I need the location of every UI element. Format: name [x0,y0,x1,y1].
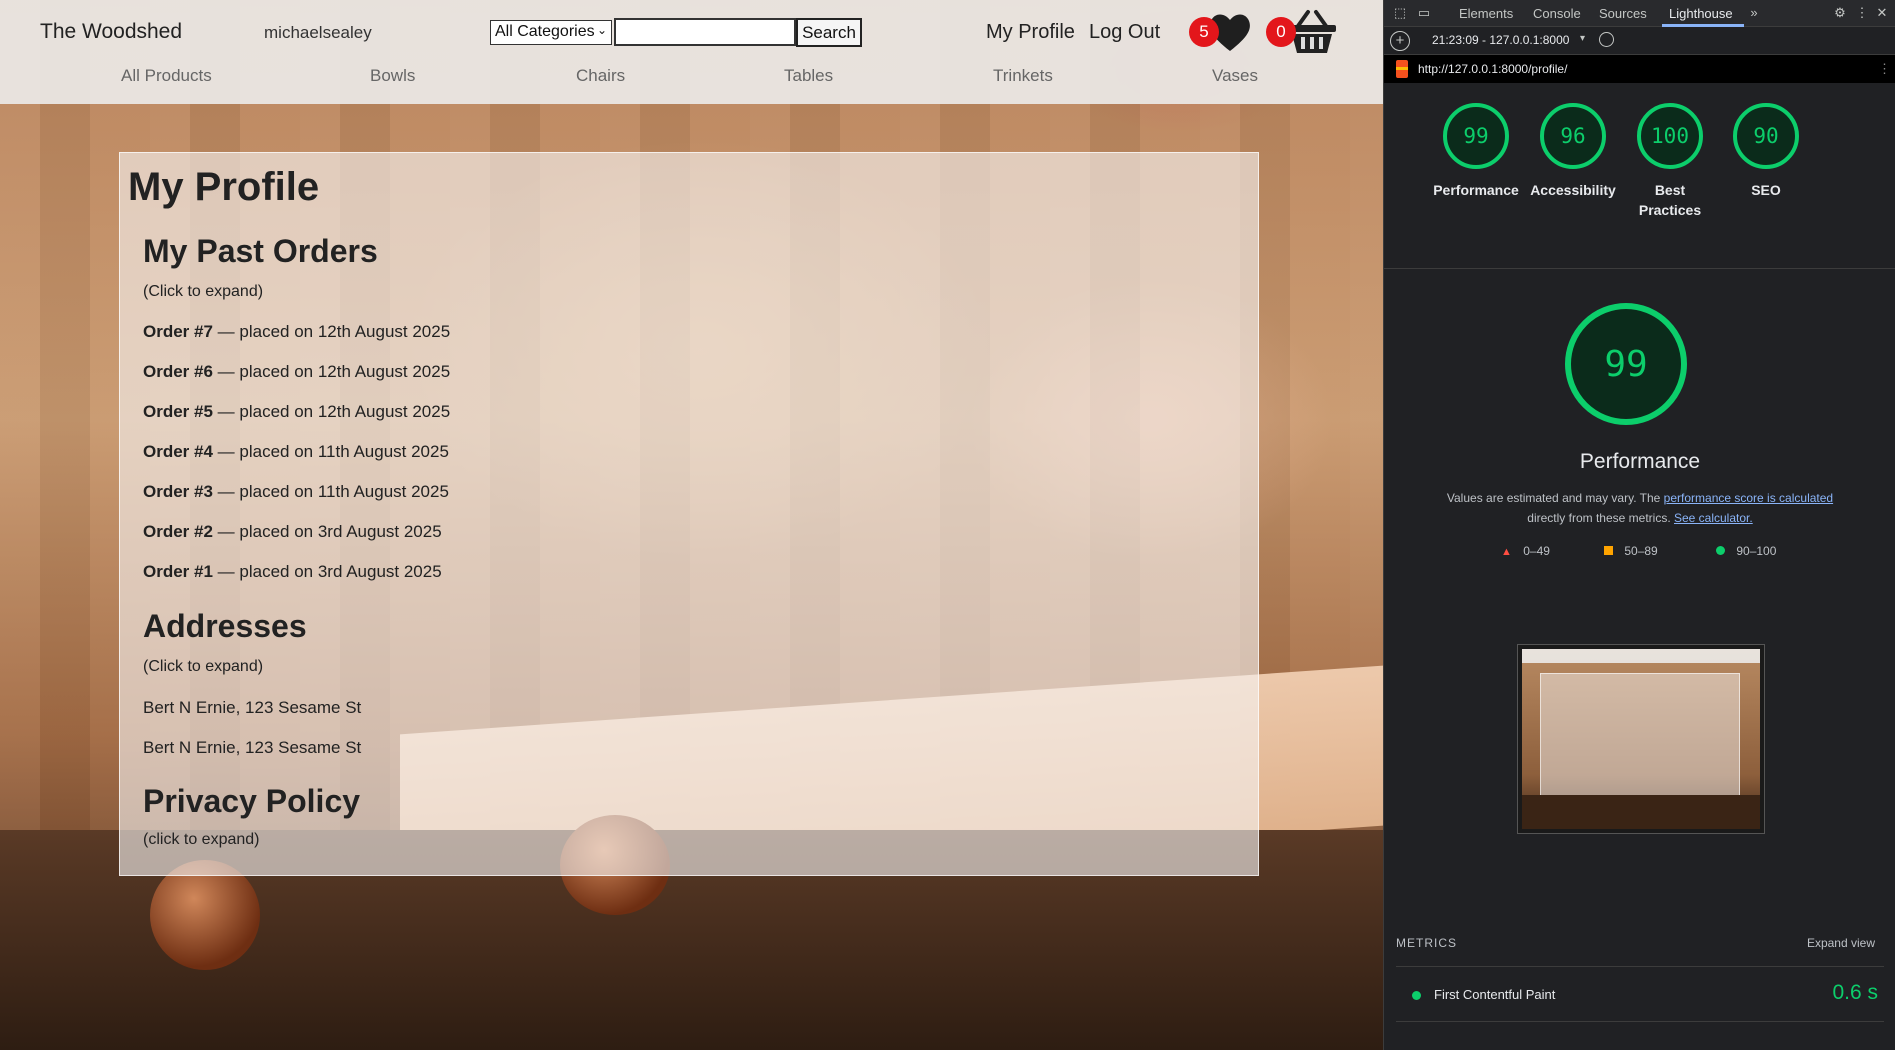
nav-category-bowls[interactable]: Bowls [370,66,415,86]
tab-sources[interactable]: Sources [1599,6,1647,21]
calculator-link[interactable]: See calculator. [1674,511,1753,525]
score-ring-icon: 96 [1540,103,1606,169]
close-icon[interactable]: ✕ [1874,5,1890,21]
tab-console[interactable]: Console [1533,6,1581,21]
order-item[interactable]: Order #3 — placed on 11th August 2025 [143,482,449,502]
thumbnail-image [1522,649,1760,829]
gauge-performance[interactable]: 99 Performance [1431,101,1521,200]
metrics-heading: METRICS [1396,936,1457,950]
nav-category-chairs[interactable]: Chairs [576,66,625,86]
tab-elements[interactable]: Elements [1459,6,1513,21]
addresses-hint: (Click to expand) [143,658,264,675]
legend-pass: 90–100 [1716,544,1776,558]
site-header: The Woodshed michaelsealey All Categorie… [0,0,1383,104]
pass-dot-icon [1412,991,1421,1000]
report-select[interactable]: 21:23:09 - 127.0.0.1:8000 [1432,33,1569,47]
svg-text:100: 100 [1651,124,1689,148]
profile-panel: My Profile My Past Orders (Click to expa… [119,152,1259,876]
search-button[interactable]: Search [796,18,862,47]
site-brand[interactable]: The Woodshed [40,20,182,44]
nav-category-tables[interactable]: Tables [784,66,833,86]
performance-description: Values are estimated and may vary. The p… [1446,491,1834,525]
svg-text:96: 96 [1560,124,1585,148]
square-icon [1604,546,1613,555]
address-item[interactable]: Bert N Ernie, 123 Sesame St [143,738,361,758]
gauge-accessibility[interactable]: 96 Accessibility [1528,101,1618,200]
legend-fail: ▲ 0–49 [1501,544,1550,558]
audited-url[interactable]: http://127.0.0.1:8000/profile/ [1418,62,1567,76]
more-options-icon[interactable]: ⋮ [1854,5,1870,21]
wishlist-count-badge: 5 [1189,17,1219,47]
score-gauges: 99 Performance 96 Accessibility 100 Best… [1384,83,1895,269]
metric-row: First Contentful Paint 0.6 s [1396,966,1884,1022]
performance-heading: Performance [1579,450,1701,473]
page-title: My Profile [128,165,320,209]
new-report-icon[interactable]: + [1390,31,1410,51]
lighthouse-run-bar: + 21:23:09 - 127.0.0.1:8000 ▾ [1384,27,1895,55]
order-item[interactable]: Order #6 — placed on 12th August 2025 [143,362,450,382]
gauge-label: Best Practices [1638,182,1702,218]
score-ring-icon: 90 [1733,103,1799,169]
lighthouse-logo-icon [1396,60,1408,78]
nav-category-trinkets[interactable]: Trinkets [993,66,1053,86]
svg-text:99: 99 [1463,124,1488,148]
more-options-icon[interactable]: ⋮ [1878,61,1891,77]
gauge-label: Performance [1433,182,1519,198]
final-screenshot-thumbnail[interactable] [1517,644,1765,834]
metric-name: First Contentful Paint [1434,987,1556,1002]
clear-icon[interactable] [1599,32,1614,47]
gauge-label: SEO [1751,182,1781,198]
search-input[interactable] [614,18,796,46]
privacy-policy-heading[interactable]: Privacy Policy [143,783,360,820]
chevron-down-icon: ⌄ [596,23,607,37]
order-item[interactable]: Order #1 — placed on 3rd August 2025 [143,562,442,582]
nav-category-vases[interactable]: Vases [1212,66,1258,86]
performance-score-ring-icon: 99 [1565,303,1687,425]
device-toolbar-icon[interactable]: ▭ [1416,5,1432,21]
past-orders-heading[interactable]: My Past Orders [143,233,378,270]
category-select-value: All Categories [495,23,595,40]
expand-view-toggle[interactable]: Expand view [1807,936,1875,950]
score-calculation-link[interactable]: performance score is calculated [1664,491,1833,505]
legend-average: 50–89 [1604,544,1658,558]
gauge-label: Accessibility [1530,182,1616,198]
circle-icon [1716,546,1725,555]
audited-url-bar: http://127.0.0.1:8000/profile/ ⋮ [1384,55,1895,83]
svg-text:90: 90 [1753,124,1778,148]
background-handle [150,860,260,970]
chevron-down-icon[interactable]: ▾ [1580,33,1585,44]
privacy-policy-hint: (click to expand) [143,831,260,848]
more-tabs-icon[interactable]: » [1746,5,1762,21]
category-select[interactable]: All Categories ⌄ [490,20,612,45]
nav-category-all-products[interactable]: All Products [121,66,212,86]
inspect-element-icon[interactable]: ⬚ [1392,5,1408,21]
order-item[interactable]: Order #7 — placed on 12th August 2025 [143,322,450,342]
addresses-heading[interactable]: Addresses [143,608,307,645]
tab-lighthouse[interactable]: Lighthouse [1669,6,1733,21]
metric-value: 0.6 s [1832,981,1878,1004]
gauge-best-practices[interactable]: 100 Best Practices [1625,101,1715,220]
website-viewport: The Woodshed michaelsealey All Categorie… [0,0,1383,1050]
order-item[interactable]: Order #2 — placed on 3rd August 2025 [143,522,442,542]
gauge-seo[interactable]: 90 SEO [1721,101,1811,200]
triangle-icon: ▲ [1501,546,1512,558]
score-ring-icon: 100 [1637,103,1703,169]
past-orders-hint: (Click to expand) [143,283,264,300]
devtools-tab-bar: ⬚ ▭ Elements Console Sources Lighthouse … [1384,0,1895,27]
order-item[interactable]: Order #4 — placed on 11th August 2025 [143,442,449,462]
address-item[interactable]: Bert N Ernie, 123 Sesame St [143,698,361,718]
cart-count-badge: 0 [1266,17,1296,47]
svg-text:99: 99 [1604,344,1647,385]
order-item[interactable]: Order #5 — placed on 12th August 2025 [143,402,450,422]
username-label: michaelsealey [264,23,372,42]
score-ring-icon: 99 [1443,103,1509,169]
my-profile-link[interactable]: My Profile [986,21,1075,44]
gear-icon[interactable]: ⚙ [1832,5,1848,21]
log-out-link[interactable]: Log Out [1089,21,1160,44]
devtools-panel: ⬚ ▭ Elements Console Sources Lighthouse … [1383,0,1895,1050]
